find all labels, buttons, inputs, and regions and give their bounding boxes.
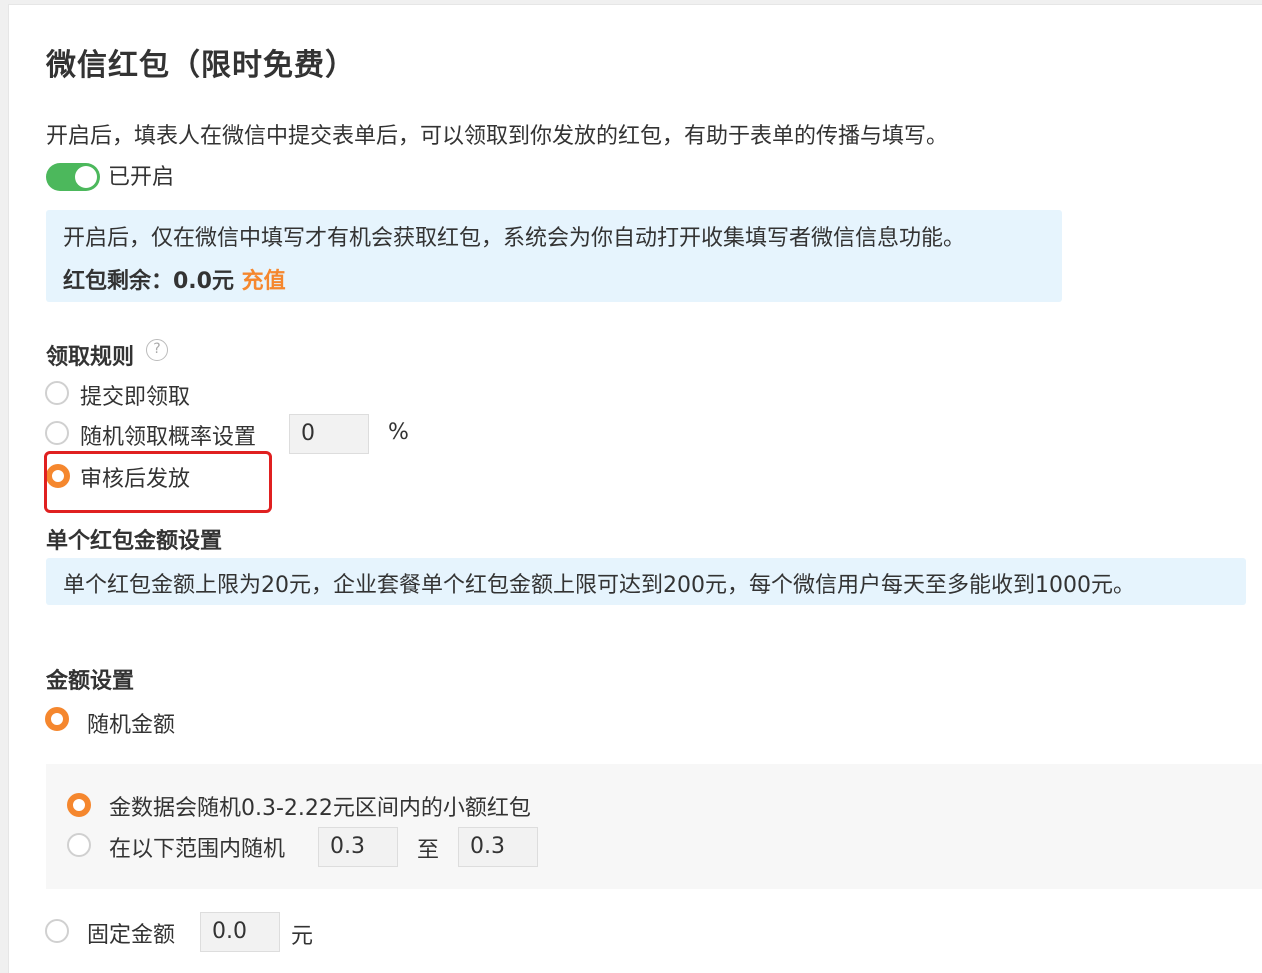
range-max-input[interactable]: 0.3 — [458, 827, 538, 867]
recharge-link[interactable]: 充值 — [242, 269, 286, 294]
rule-submit-radio[interactable] — [45, 381, 69, 405]
random-amount-label[interactable]: 随机金额 — [87, 707, 175, 739]
default-range-radio[interactable] — [67, 793, 91, 817]
custom-range-label[interactable]: 在以下范围内随机 — [109, 831, 285, 863]
amount-settings-title: 金额设置 — [46, 669, 135, 694]
percent-unit: % — [388, 420, 409, 445]
single-amount-title: 单个红包金额设置 — [46, 529, 223, 554]
red-packet-toggle[interactable] — [46, 163, 100, 191]
random-options-box — [46, 764, 1262, 889]
balance-label: 红包剩余：0.0元 — [63, 269, 234, 294]
rule-submit-label[interactable]: 提交即领取 — [80, 379, 190, 411]
range-min-input[interactable]: 0.3 — [318, 827, 398, 867]
range-separator: 至 — [417, 838, 440, 863]
fixed-amount-input[interactable]: 0.0 — [200, 912, 280, 952]
page-title: 微信红包（限时免费） — [46, 48, 356, 83]
rules-title: 领取规则 — [46, 345, 135, 370]
fixed-amount-radio[interactable] — [45, 919, 69, 943]
rule-random-label[interactable]: 随机领取概率设置 — [80, 419, 256, 451]
balance-line: 红包剩余：0.0元 充值 — [63, 263, 286, 295]
rule-random-radio[interactable] — [45, 421, 69, 445]
toggle-label: 已开启 — [108, 165, 175, 190]
annotation-highlight — [44, 451, 272, 513]
feature-description: 开启后，填表人在微信中提交表单后，可以领取到你发放的红包，有助于表单的传播与填写… — [46, 124, 949, 149]
default-range-label[interactable]: 金数据会随机0.3-2.22元区间内的小额红包 — [109, 790, 531, 822]
random-amount-radio[interactable] — [45, 707, 69, 731]
yuan-unit: 元 — [291, 924, 314, 949]
info-text: 开启后，仅在微信中填写才有机会获取红包，系统会为你自动打开收集填写者微信信息功能… — [63, 226, 966, 251]
custom-range-radio[interactable] — [67, 833, 91, 857]
probability-input[interactable]: 0 — [289, 414, 369, 454]
single-amount-info: 单个红包金额上限为20元，企业套餐单个红包金额上限可达到200元，每个微信用户每… — [63, 573, 1135, 598]
toggle-knob — [75, 166, 97, 188]
fixed-amount-label[interactable]: 固定金额 — [87, 917, 175, 949]
help-icon[interactable]: ? — [146, 339, 168, 361]
